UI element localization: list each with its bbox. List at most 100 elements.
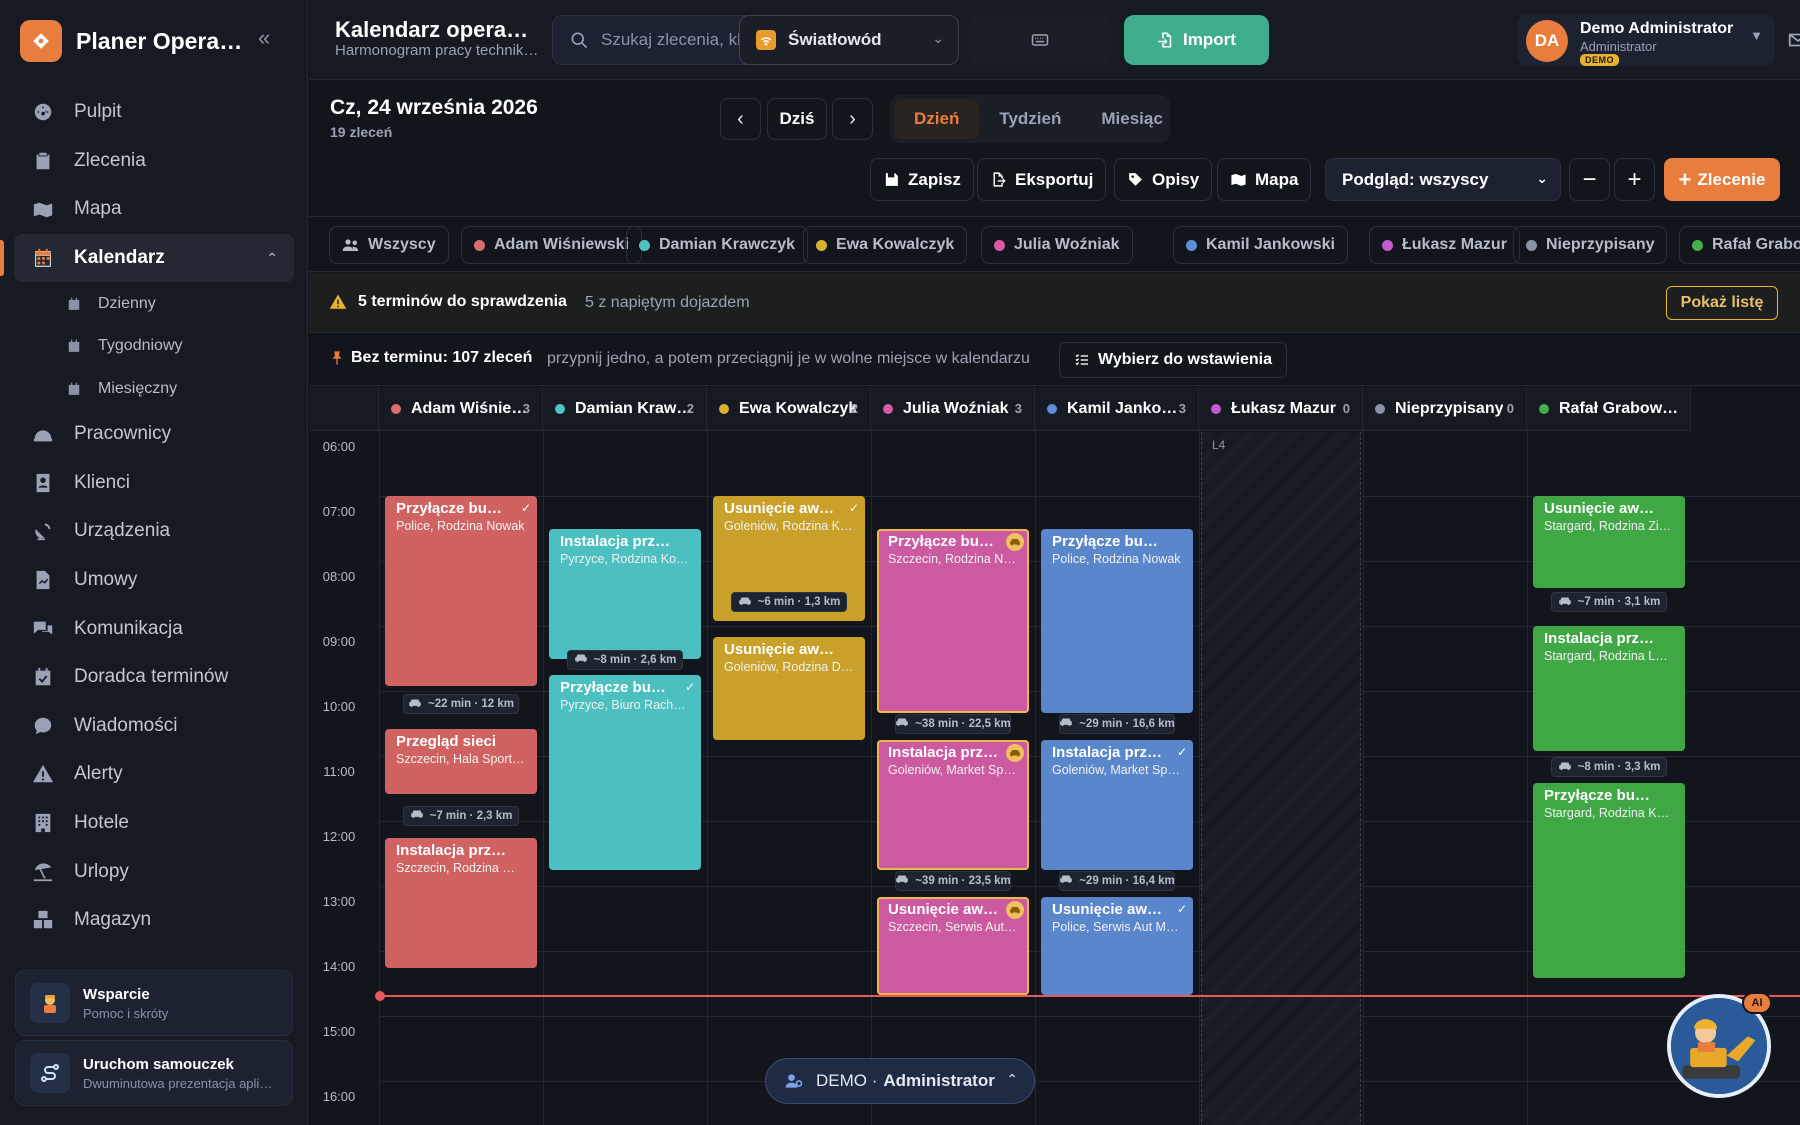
calendar-event[interactable]: Usunięcie awariiPolice, Serwis Aut MotoF… — [1041, 897, 1193, 995]
tour-subtitle: Dwuminutowa prezentacja aplikacji — [83, 1075, 273, 1091]
technician-column-header[interactable]: Ewa Kowalczyk 2 — [707, 387, 871, 431]
calendar-event[interactable]: Przyłącze budynku Pyrzyce, Biuro Rachunko… — [549, 675, 701, 870]
today-button[interactable]: Dziś — [767, 98, 827, 140]
calendar-event[interactable]: Przyłącze budynku Police, Rodzina Nowak — [1041, 528, 1193, 713]
sidebar-item-wiadomości[interactable]: Wiadomości — [0, 701, 308, 750]
new-order-button[interactable]: + Zlecenie — [1664, 158, 1780, 201]
sidebar-item-pulpit[interactable]: Pulpit — [0, 88, 308, 137]
calendar-event[interactable]: Przyłącze budynkuSzczecin, Rodzina Nowak — [877, 528, 1029, 713]
sidebar-item-klienci[interactable]: Klienci — [0, 458, 308, 507]
map-button[interactable]: Mapa — [1217, 158, 1312, 201]
technician-column-header[interactable]: Nieprzypisany 0 — [1363, 387, 1527, 431]
save-button[interactable]: Zapisz — [870, 158, 974, 201]
plus-icon: + — [1678, 166, 1692, 192]
sidebar-subitem-miesięczny[interactable]: Miesięczny — [0, 367, 308, 410]
calendar-event[interactable]: Przyłącze budynku Police, Rodzina Nowak ✓ — [385, 496, 537, 686]
tour-card[interactable]: Uruchom samouczek Dwuminutowa prezentacj… — [15, 1040, 293, 1106]
export-button[interactable]: Eksportuj — [977, 158, 1107, 201]
calendar-event[interactable]: Przyłącze budynkuStargard, Rodzina Kamiń… — [1533, 783, 1685, 979]
filter-chip-technician[interactable]: Damian Krawczyk — [626, 226, 809, 264]
next-day-button[interactable]: › — [832, 98, 873, 140]
travel-time-badge: ~29 min · 16,4 km — [1059, 870, 1175, 891]
calendar-event[interactable]: Instalacja przyłącza Goleniów, Market Spo… — [1041, 740, 1193, 870]
calendar-event[interactable]: Przegląd sieciSzczecin, Hala Sportowa Ar… — [385, 729, 537, 795]
technician-color-dot — [474, 239, 485, 251]
calendar-event[interactable]: Usunięcie awariiStargard, Rodzina Zieliń… — [1533, 496, 1685, 589]
sidebar-item-kalendarz[interactable]: Kalendarz ⌃ — [0, 233, 294, 283]
filter-chip-all[interactable]: Wszyscy — [329, 226, 449, 264]
page-title: Kalendarz operacyjny — [335, 17, 540, 42]
filter-chip-technician[interactable]: Ewa Kowalczyk — [803, 226, 968, 264]
calendar-event[interactable]: Instalacja przyłącza Goleniów, Market Spo… — [877, 740, 1029, 870]
technician-column-header[interactable]: Julia Woźniak 3 — [871, 387, 1035, 431]
sidebar-item-urządzenia[interactable]: Urządzenia — [0, 507, 308, 556]
calendar-event[interactable]: Usunięcie awariiSzczecin, Serwis Aut Mot… — [877, 897, 1029, 995]
support-card[interactable]: Wsparcie Pomoc i skróty — [15, 970, 293, 1036]
event-title: Przyłącze budynku — [1052, 532, 1182, 550]
technician-column-header[interactable]: Adam Wiśniewski3 — [379, 387, 543, 431]
sidebar-item-alerty[interactable]: Alerty — [0, 750, 308, 799]
filter-chip-technician[interactable]: Julia Woźniak — [981, 226, 1133, 264]
keyboard-shortcuts-button[interactable] — [969, 15, 1111, 65]
envelope-icon[interactable] — [1785, 27, 1800, 53]
choose-to-insert-button[interactable]: Wybierz do wstawienia — [1059, 342, 1287, 378]
filter-chip-technician[interactable]: Adam Wiśniewski — [461, 226, 643, 264]
zoom-out-button[interactable]: − — [1569, 158, 1610, 201]
tab-view[interactable]: Tydzień — [979, 99, 1081, 139]
show-list-button[interactable]: Pokaż listę — [1666, 286, 1778, 320]
hour-label: 08:00 — [322, 569, 356, 585]
sidebar-item-urlopy[interactable]: Urlopy — [0, 847, 308, 896]
event-location: Goleniów, Rodzina Dąbrowska — [724, 660, 854, 675]
calendar-event[interactable]: Instalacja przyłącza Szczecin, Rodzina Wó… — [385, 837, 537, 968]
map-icon — [32, 198, 54, 220]
hour-label: 09:00 — [322, 634, 356, 650]
event-title: Usunięcie awarii — [724, 500, 842, 518]
filter-chip-label: Damian Krawczyk — [659, 236, 796, 253]
travel-time-label: ~29 min · 16,6 km — [1079, 717, 1175, 730]
support-subtitle: Pomoc i skróty — [83, 1005, 169, 1021]
list-check-icon — [1075, 354, 1088, 366]
filter-chip-technician[interactable]: Kamil Jankowski — [1173, 226, 1348, 264]
calendar-icon — [67, 297, 81, 311]
sidebar-subitem-tygodniowy[interactable]: Tygodniowy — [0, 325, 308, 368]
brand[interactable]: Planer Operacyjny — [20, 20, 246, 62]
zoom-in-button[interactable]: + — [1614, 158, 1655, 201]
orders-count: 19 zleceń — [330, 124, 393, 140]
service-select[interactable]: Światłowód ⌄ — [739, 15, 959, 65]
calendar-event[interactable]: Usunięcie awariiGoleniów, Rodzina Dąbrow… — [713, 637, 865, 740]
sidebar-subitem-dzienny[interactable]: Dzienny — [0, 282, 308, 325]
technician-column-header[interactable]: Damian Krawczyk2 — [543, 387, 707, 431]
time-gutter-header — [309, 387, 379, 431]
technician-column-header[interactable]: Rafał Grabowski — [1527, 387, 1691, 431]
descriptions-button[interactable]: Opisy — [1114, 158, 1213, 201]
travel-time-label: ~6 min · 1,3 km — [757, 596, 841, 609]
filter-chip-technician[interactable]: Nieprzypisany — [1513, 226, 1668, 264]
filter-chip-technician[interactable]: Rafał Grabowski — [1679, 226, 1800, 264]
demo-mode-bar[interactable]: DEMO · Administrator ⌃ — [765, 1058, 1035, 1104]
double-chevron-left-icon[interactable]: « — [258, 27, 270, 49]
column-divider — [379, 431, 380, 1125]
descriptions-label: Opisy — [1152, 169, 1200, 189]
caret-down-icon: ▼ — [1750, 28, 1763, 43]
sidebar-item-umowy[interactable]: Umowy — [0, 556, 308, 605]
sidebar-item-magazyn[interactable]: Magazyn — [0, 896, 308, 945]
preview-select[interactable]: Podgląd: wszyscy ⌄ — [1325, 158, 1561, 201]
sidebar-item-doradca-terminów[interactable]: Doradca terminów — [0, 653, 308, 702]
technician-column-header[interactable]: Kamil Jankowski 3 — [1035, 387, 1199, 431]
sidebar-item-mapa[interactable]: Mapa — [0, 185, 308, 234]
sidebar-item-pracownicy[interactable]: Pracownicy — [0, 410, 308, 459]
import-button[interactable]: Import — [1124, 15, 1269, 65]
tab-view[interactable]: Dzień — [894, 99, 980, 139]
technician-column-header[interactable]: Łukasz Mazur 0 — [1199, 387, 1363, 431]
sidebar-item-zlecenia[interactable]: Zlecenia — [0, 137, 308, 186]
chevron-up-icon[interactable]: ⌃ — [266, 250, 278, 267]
tab-view[interactable]: Miesiąc — [1081, 99, 1182, 139]
filter-chip-technician[interactable]: Łukasz Mazur — [1369, 226, 1520, 264]
user-menu[interactable]: DA Demo Administrator Administrator DEMO… — [1517, 14, 1775, 66]
travel-time-label: ~8 min · 3,3 km — [1577, 761, 1661, 774]
sidebar-item-hotele[interactable]: Hotele — [0, 799, 308, 848]
prev-day-button[interactable]: ‹ — [720, 98, 761, 140]
calendar-event[interactable]: Instalacja przyłącza Stargard, Rodzina Le… — [1533, 626, 1685, 751]
sidebar-item-komunikacja[interactable]: Komunikacja — [0, 604, 308, 653]
calendar-event[interactable]: Instalacja przyłącza Pyrzyce, Rodzina Kow… — [549, 528, 701, 659]
